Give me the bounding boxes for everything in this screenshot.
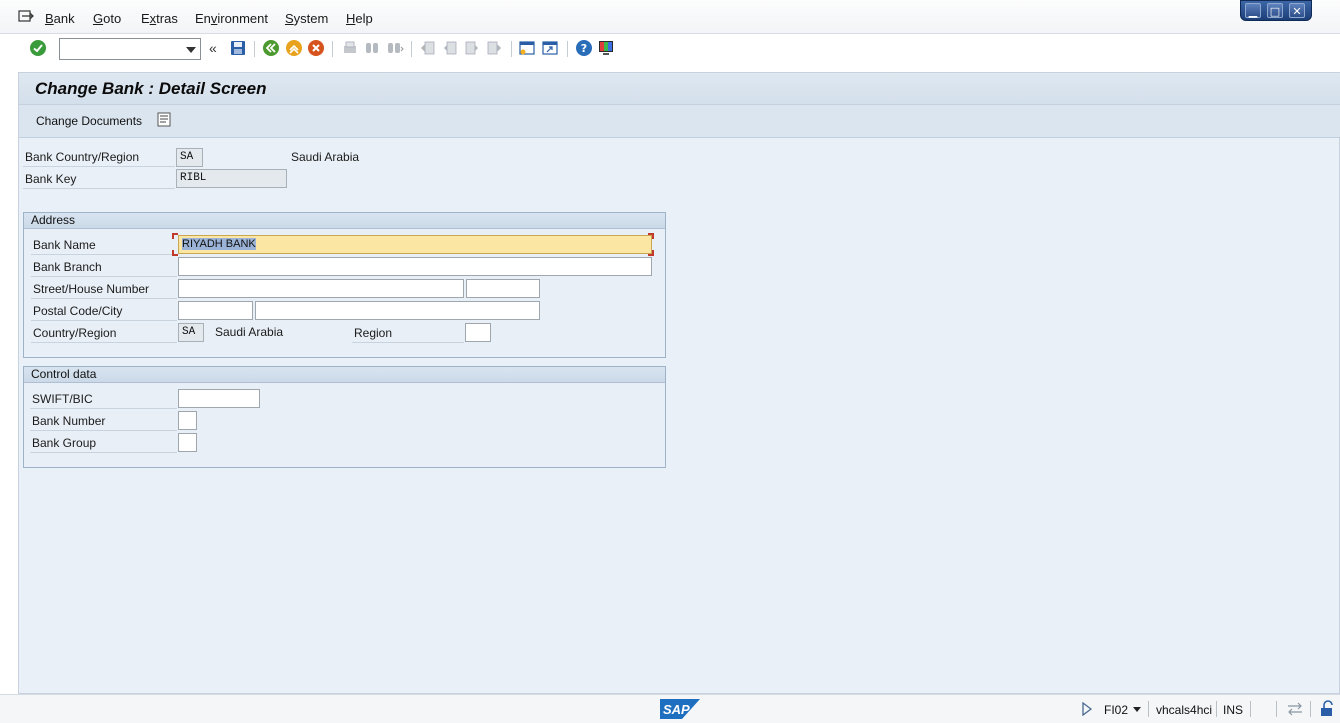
- input-mode[interactable]: INS: [1223, 703, 1243, 717]
- focus-corner: [172, 250, 178, 256]
- toolbar-separator: [332, 41, 333, 57]
- bank-country-field[interactable]: SA: [176, 148, 203, 167]
- house-number-field[interactable]: [466, 279, 540, 298]
- create-session-icon[interactable]: [518, 39, 536, 57]
- menu-extras[interactable]: Extras: [141, 11, 178, 26]
- main-panel: Change Bank : Detail Screen Change Docum…: [18, 72, 1340, 694]
- status-separator: [1250, 701, 1251, 717]
- country-region-text: Saudi Arabia: [215, 325, 284, 339]
- lock-icon[interactable]: [1319, 700, 1335, 717]
- next-page-icon[interactable]: [463, 39, 481, 57]
- shortcut-icon[interactable]: [541, 39, 559, 57]
- bank-name-label: Bank Name: [31, 236, 177, 255]
- address-group-title: Address: [24, 213, 665, 229]
- country-region-field[interactable]: SA: [178, 323, 204, 342]
- chevron-down-icon[interactable]: [1133, 707, 1141, 712]
- print-icon[interactable]: [341, 39, 359, 57]
- country-region-label: Country/Region: [31, 324, 177, 343]
- menu-bank[interactable]: Bank: [45, 11, 75, 26]
- exit-icon[interactable]: [285, 39, 303, 57]
- document-list-icon[interactable]: [157, 112, 171, 127]
- menu-toggle-icon[interactable]: [18, 10, 34, 23]
- bank-name-value: RIYADH BANK: [182, 238, 256, 250]
- command-field[interactable]: [59, 38, 201, 60]
- swift-bic-field[interactable]: [178, 389, 260, 408]
- focus-corner: [648, 250, 654, 256]
- find-icon[interactable]: [363, 39, 381, 57]
- toolbar-separator: [567, 41, 568, 57]
- minimize-icon[interactable]: ▁: [1245, 3, 1261, 18]
- previous-page-icon[interactable]: [441, 39, 459, 57]
- play-icon[interactable]: [1082, 702, 1092, 716]
- chevron-down-icon[interactable]: [186, 47, 196, 53]
- application-toolbar: Change Documents: [19, 105, 1340, 138]
- close-icon[interactable]: ✕: [1289, 3, 1305, 18]
- status-separator: [1148, 701, 1149, 717]
- server-name: vhcals4hci: [1156, 703, 1213, 717]
- bank-key-field[interactable]: RIBL: [176, 169, 287, 188]
- cancel-icon[interactable]: [307, 39, 325, 57]
- region-label: Region: [352, 324, 464, 343]
- svg-text:?: ?: [581, 42, 587, 55]
- status-separator: [1276, 701, 1277, 717]
- sap-logo-text: SAP: [663, 702, 690, 717]
- region-field[interactable]: [465, 323, 491, 342]
- control-data-group-title: Control data: [24, 367, 665, 383]
- page-title: Change Bank : Detail Screen: [35, 79, 267, 98]
- menu-environment[interactable]: Environment: [195, 11, 268, 26]
- first-page-icon[interactable]: [419, 39, 437, 57]
- standard-toolbar: [0, 34, 1340, 64]
- back-icon[interactable]: [262, 39, 280, 57]
- help-icon[interactable]: ?: [575, 39, 593, 57]
- last-page-icon[interactable]: [485, 39, 503, 57]
- status-separator: [1310, 701, 1311, 717]
- bank-number-label: Bank Number: [30, 412, 177, 431]
- window-controls: ▁ □ ✕: [1240, 0, 1312, 21]
- bank-branch-field[interactable]: [178, 257, 652, 276]
- address-group: Address Bank Name RIYADH BANK Bank Branc…: [23, 212, 666, 358]
- enter-icon[interactable]: [29, 39, 47, 57]
- bank-country-text: Saudi Arabia: [291, 150, 360, 164]
- menu-bar: Bank Goto Extras Environment System Help…: [0, 0, 1340, 34]
- postal-code-field[interactable]: [178, 301, 253, 320]
- postal-city-label: Postal Code/City: [31, 302, 177, 321]
- customize-layout-icon[interactable]: [597, 39, 615, 57]
- city-field[interactable]: [255, 301, 540, 320]
- menu-help[interactable]: Help: [346, 11, 373, 26]
- street-label: Street/House Number: [31, 280, 177, 299]
- transaction-code: FI02: [1104, 703, 1129, 717]
- bank-name-field[interactable]: RIYADH BANK: [178, 235, 652, 254]
- toolbar-separator: [411, 41, 412, 57]
- save-icon[interactable]: [229, 39, 247, 57]
- menu-goto[interactable]: Goto: [93, 11, 121, 26]
- bank-group-field[interactable]: [178, 433, 197, 452]
- find-next-icon[interactable]: [386, 39, 404, 57]
- toolbar-separator: [254, 41, 255, 57]
- bank-country-label: Bank Country/Region: [23, 148, 175, 167]
- status-bar: SAP FI02 vhcals4hci INS: [0, 694, 1340, 723]
- control-data-group: Control data SWIFT/BIC Bank Number Bank …: [23, 366, 666, 468]
- swift-bic-label: SWIFT/BIC: [30, 390, 177, 409]
- menu-system[interactable]: System: [285, 11, 328, 26]
- collapse-toolbar-icon[interactable]: «: [209, 40, 217, 56]
- sap-logo: SAP: [660, 699, 700, 719]
- maximize-icon[interactable]: □: [1267, 3, 1283, 18]
- status-separator: [1216, 701, 1217, 717]
- bank-group-label: Bank Group: [30, 434, 177, 453]
- street-field[interactable]: [178, 279, 464, 298]
- bank-number-field[interactable]: [178, 411, 197, 430]
- toolbar-separator: [511, 41, 512, 57]
- focus-corner: [172, 233, 178, 239]
- title-bar: Change Bank : Detail Screen: [19, 73, 1340, 105]
- bank-key-label: Bank Key: [23, 170, 175, 189]
- focus-corner: [648, 233, 654, 239]
- change-documents-button[interactable]: Change Documents: [36, 114, 142, 128]
- transfer-icon[interactable]: [1286, 701, 1304, 717]
- bank-branch-label: Bank Branch: [31, 258, 177, 277]
